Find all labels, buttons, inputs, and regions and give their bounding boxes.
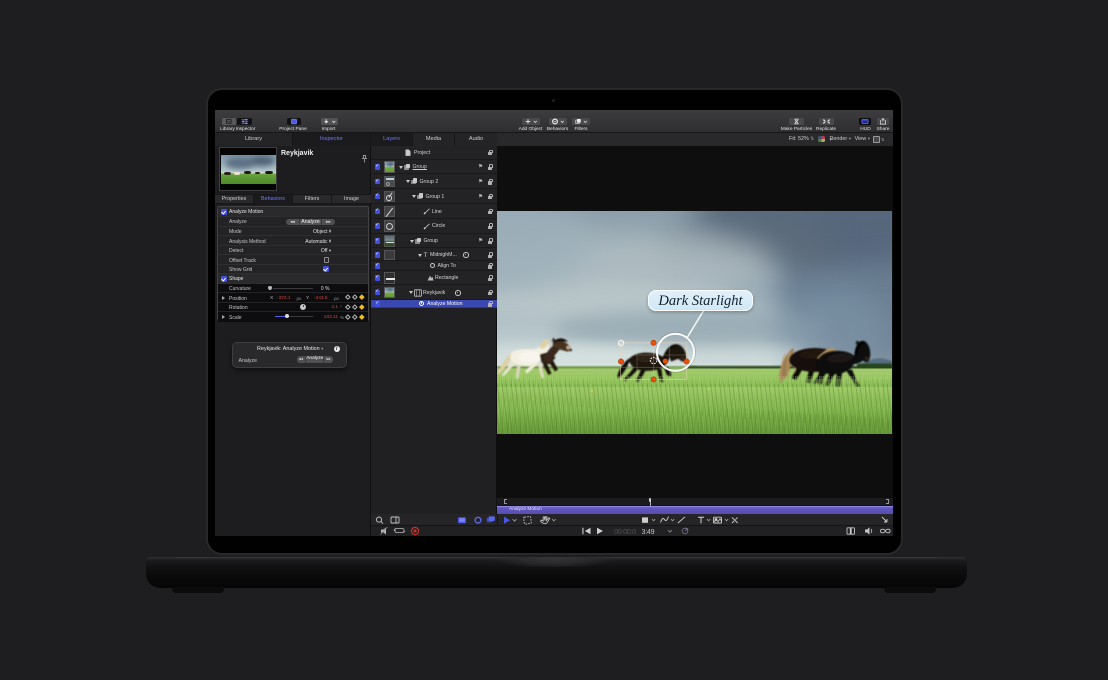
svg-text:3:49: 3:49 [642, 527, 655, 536]
svg-text:00:00:0: 00:00:0 [614, 527, 636, 536]
